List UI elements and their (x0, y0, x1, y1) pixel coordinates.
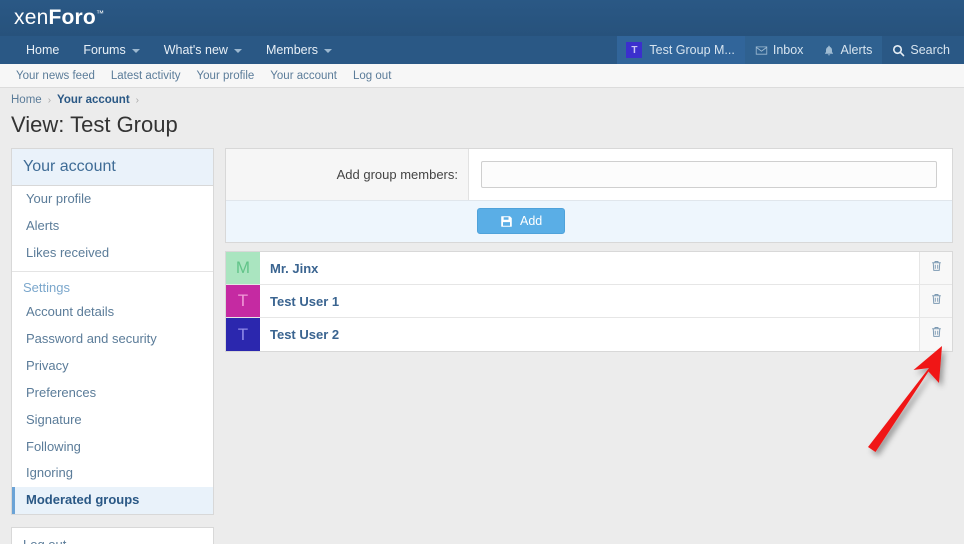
nav-primary-items: Home Forums What's new Members (0, 36, 344, 64)
nav-item-label: Search (910, 43, 950, 57)
subnav-item-log-out[interactable]: Log out (345, 70, 399, 82)
member-row: T Test User 1 (226, 285, 952, 318)
add-members-form: Add group members: Add (225, 148, 953, 243)
chevron-down-icon (233, 49, 242, 53)
logo-text-bold: Foro (48, 5, 96, 29)
nav-item-label: Inbox (772, 43, 804, 57)
add-members-input-cell (469, 149, 952, 200)
nav-item-label: Members (265, 43, 319, 57)
secondary-navigation: Your news feed Latest activity Your prof… (0, 64, 964, 88)
member-name-link[interactable]: Mr. Jinx (270, 261, 318, 276)
nav-item-whats-new[interactable]: What's new (152, 36, 254, 64)
nav-item-label: Forums (83, 43, 126, 57)
breadcrumb-item-your-account[interactable]: Your account (57, 94, 130, 106)
trash-icon (930, 259, 943, 278)
main-content: Add group members: Add M Mr. Jinx T Test… (225, 148, 953, 352)
breadcrumb-separator-icon: › (135, 94, 140, 106)
breadcrumb: Home › Your account › (8, 88, 956, 112)
trash-icon (930, 325, 943, 344)
sidebar-block-account: Your account Your profile Alerts Likes r… (11, 148, 214, 516)
member-name-cell: Test User 1 (260, 285, 919, 317)
sidebar-item-moderated-groups[interactable]: Moderated groups (12, 487, 213, 515)
nav-item-alerts[interactable]: Alerts (813, 36, 883, 64)
avatar[interactable]: M (226, 252, 260, 284)
page-title: View: Test Group (11, 112, 178, 137)
page-body: Home › Your account › View: Test Group Y… (0, 88, 964, 544)
subnav-item-latest-activity[interactable]: Latest activity (103, 70, 189, 82)
add-members-label-cell: Add group members: (226, 149, 469, 200)
content-layout: Your account Your profile Alerts Likes r… (8, 148, 956, 544)
member-name-cell: Mr. Jinx (260, 252, 919, 284)
sidebar-item-account-details[interactable]: Account details (12, 299, 213, 326)
nav-item-forums[interactable]: Forums (71, 36, 151, 64)
nav-item-label: What's new (163, 43, 228, 57)
site-header: xenForo™ (0, 0, 964, 36)
sidebar-item-your-profile[interactable]: Your profile (12, 186, 213, 213)
member-row: M Mr. Jinx (226, 252, 952, 285)
subnav-item-your-news-feed[interactable]: Your news feed (8, 70, 103, 82)
sidebar-group-settings: Settings (12, 270, 213, 299)
logo-trademark-icon: ™ (95, 8, 105, 18)
bell-icon (823, 44, 835, 57)
delete-member-button[interactable] (919, 252, 952, 284)
member-name-cell: Test User 2 (260, 318, 919, 351)
avatar[interactable]: T (226, 285, 260, 317)
logo-text-light: xen (14, 5, 49, 29)
chevron-down-icon (131, 49, 140, 53)
search-icon (892, 44, 905, 57)
member-row: T Test User 2 (226, 318, 952, 351)
nav-item-search[interactable]: Search (882, 36, 964, 64)
sidebar-logout-button[interactable]: Log out (11, 527, 214, 544)
member-name-link[interactable]: Test User 1 (270, 294, 339, 309)
sidebar-item-following[interactable]: Following (12, 434, 213, 461)
nav-item-user-account[interactable]: T Test Group M... (617, 36, 745, 64)
breadcrumb-item-home[interactable]: Home (11, 94, 42, 106)
sidebar-item-likes-received[interactable]: Likes received (12, 240, 213, 267)
envelope-icon (755, 44, 768, 57)
main-navigation: Home Forums What's new Members T Test Gr… (0, 36, 964, 64)
add-button[interactable]: Add (477, 208, 566, 234)
chevron-down-icon (324, 49, 333, 53)
nav-item-members[interactable]: Members (254, 36, 344, 64)
add-members-label: Add group members: (336, 167, 458, 182)
nav-item-home[interactable]: Home (14, 36, 71, 64)
member-name-link[interactable]: Test User 2 (270, 327, 339, 342)
add-members-submit-row: Add (226, 200, 952, 242)
add-button-label: Add (520, 214, 543, 228)
subnav-item-your-account[interactable]: Your account (262, 70, 345, 82)
nav-item-label: Home (26, 43, 60, 57)
add-members-input[interactable] (481, 161, 937, 188)
sidebar-item-privacy[interactable]: Privacy (12, 353, 213, 380)
nav-user-name-label: Test Group M... (649, 43, 735, 57)
breadcrumb-separator-icon: › (47, 94, 52, 106)
user-avatar: T (626, 42, 643, 58)
sidebar: Your account Your profile Alerts Likes r… (11, 148, 214, 544)
save-icon (500, 215, 513, 228)
sidebar-item-ignoring[interactable]: Ignoring (12, 460, 213, 487)
avatar[interactable]: T (226, 318, 260, 351)
nav-item-inbox[interactable]: Inbox (744, 36, 814, 64)
delete-member-button[interactable] (919, 285, 952, 317)
delete-member-button[interactable] (919, 318, 952, 351)
sidebar-item-signature[interactable]: Signature (12, 407, 213, 434)
member-list: M Mr. Jinx T Test User 1 T Test User 2 (225, 251, 953, 352)
nav-item-label: Alerts (840, 43, 873, 57)
trash-icon (930, 292, 943, 311)
site-logo[interactable]: xenForo™ (14, 7, 104, 28)
app-root: xenForo™ Home Forums What's new Members (0, 0, 964, 544)
add-members-form-row: Add group members: (226, 149, 952, 200)
subnav-item-your-profile[interactable]: Your profile (189, 70, 263, 82)
sidebar-item-password-and-security[interactable]: Password and security (12, 326, 213, 353)
sidebar-item-alerts[interactable]: Alerts (12, 213, 213, 240)
sidebar-item-preferences[interactable]: Preferences (12, 380, 213, 407)
nav-user-items: T Test Group M... Inbox Alerts Search (617, 36, 964, 64)
sidebar-header: Your account (12, 149, 213, 186)
